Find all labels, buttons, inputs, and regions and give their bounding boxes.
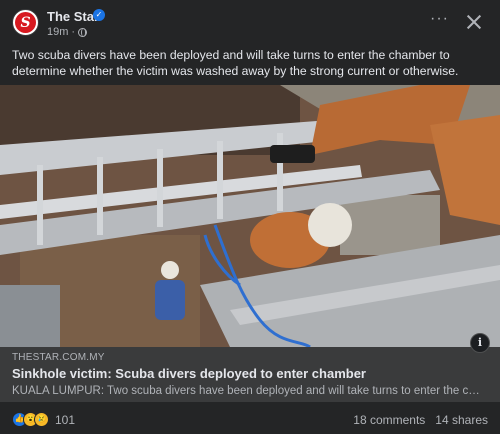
post-text: Two scuba divers have been deployed and …: [12, 48, 459, 78]
link-domain: THESTAR.COM.MY: [12, 352, 105, 363]
post-photo[interactable]: [0, 85, 500, 347]
page-avatar[interactable]: S: [12, 9, 39, 36]
reactions-summary[interactable]: 👍 😮 😢 101: [12, 412, 75, 427]
the-star-logo: S: [15, 12, 36, 33]
reaction-count: 101: [55, 412, 76, 427]
link-preview[interactable]: THESTAR.COM.MY Sinkhole victim: Scuba di…: [0, 333, 500, 402]
post-time[interactable]: 19m: [47, 26, 68, 38]
post-footer: 👍 😮 😢 101 18 comments 14 shares: [0, 402, 500, 434]
post-meta: 19m ·: [47, 26, 88, 38]
shares-count[interactable]: 14 shares: [435, 413, 488, 427]
post-header: S The Star ✓ 19m · ···: [0, 0, 500, 44]
link-description: KUALA LUMPUR: Two scuba divers have been…: [12, 385, 482, 397]
engagement-stats: 18 comments 14 shares: [353, 413, 488, 427]
verified-badge-icon: ✓: [93, 9, 105, 21]
globe-icon: [78, 27, 88, 37]
page-name[interactable]: The Star: [47, 9, 99, 24]
sad-icon: 😢: [34, 412, 49, 427]
comments-count[interactable]: 18 comments: [353, 413, 425, 427]
meta-separator: ·: [71, 26, 76, 38]
close-icon[interactable]: [466, 14, 482, 30]
more-icon[interactable]: ···: [430, 11, 448, 30]
rescue-scene-image: [0, 85, 500, 347]
link-title[interactable]: Sinkhole victim: Scuba divers deployed t…: [12, 366, 366, 381]
info-icon[interactable]: i: [470, 333, 490, 353]
